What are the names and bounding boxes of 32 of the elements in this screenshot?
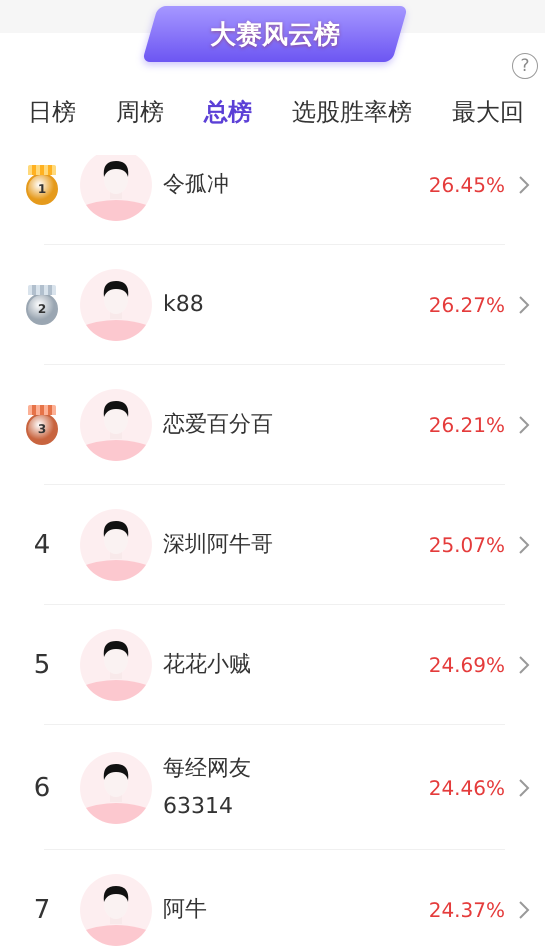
return-rate: 26.45% xyxy=(428,173,505,197)
chevron-right-icon xyxy=(517,534,531,556)
tab[interactable]: 选股胜率榜 xyxy=(292,96,412,136)
chevron-right-icon xyxy=(517,294,531,316)
rank-number: 6 xyxy=(34,772,50,802)
return-rate: 24.69% xyxy=(428,653,505,677)
tab[interactable]: 周榜 xyxy=(116,96,164,136)
user-name: 阿牛 xyxy=(163,896,208,924)
help-icon[interactable]: ? xyxy=(512,53,538,79)
user-name: 每经网友63314 xyxy=(163,754,252,820)
user-name: 花花小贼 xyxy=(163,651,252,679)
tab[interactable]: 总榜 xyxy=(204,96,252,136)
return-rate: 26.21% xyxy=(428,413,505,437)
return-rate: 24.46% xyxy=(428,776,505,800)
user-name: k88 xyxy=(163,291,205,319)
rank-number: 7 xyxy=(34,895,50,925)
user-name: 令孤冲 xyxy=(163,171,230,199)
banner-title: 大赛风云榜 xyxy=(210,18,340,52)
user-name: 深圳阿牛哥 xyxy=(163,531,274,559)
chevron-right-icon xyxy=(517,174,531,196)
rank-number: 4 xyxy=(34,530,50,560)
user-name: 恋爱百分百 xyxy=(163,411,274,439)
return-rate: 24.37% xyxy=(428,898,505,922)
return-rate: 25.07% xyxy=(428,533,505,557)
return-rate: 26.27% xyxy=(428,293,505,317)
chevron-right-icon xyxy=(517,414,531,436)
chevron-right-icon xyxy=(517,776,531,798)
tab[interactable]: 最大回 xyxy=(452,96,524,136)
rank-number: 5 xyxy=(34,650,50,680)
tab[interactable]: 日榜 xyxy=(28,96,76,136)
chevron-right-icon xyxy=(517,899,531,921)
chevron-right-icon xyxy=(517,654,531,676)
